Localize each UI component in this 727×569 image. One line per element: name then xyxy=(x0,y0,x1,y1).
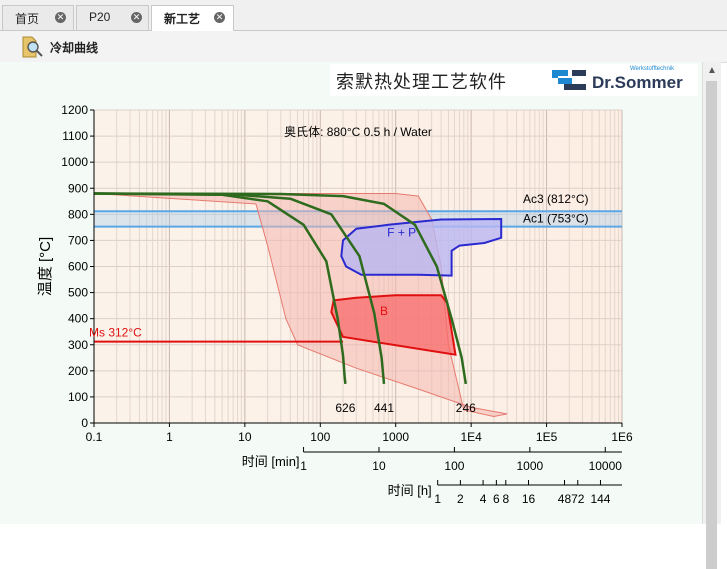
min-tick-label: 100 xyxy=(444,459,464,473)
y-tick-label: 1000 xyxy=(61,155,88,169)
x-tick-label: 100 xyxy=(310,430,330,444)
brand-subtitle: Werkstofftechnik xyxy=(630,66,675,72)
curve-label: 246 xyxy=(456,401,476,415)
y-tick-label: 100 xyxy=(68,390,88,404)
tab-new-process-label: 新工艺 xyxy=(164,12,201,26)
hour-tick-label: 2 xyxy=(457,492,464,506)
austenite-annotation: 奥氏体: 880°C 0.5 h / Water xyxy=(284,125,432,139)
scroll-up-icon[interactable]: ▲ xyxy=(707,66,717,76)
y-tick-label: 0 xyxy=(81,416,88,430)
brand-company: Dr.Sommer xyxy=(592,73,683,92)
brand-banner: 索默热处理工艺软件 Dr.Sommer Werkstofftechnik xyxy=(330,64,698,96)
y-tick-label: 1100 xyxy=(62,129,88,143)
x-tick-label: 0.1 xyxy=(86,430,103,444)
hour-tick-label: 144 xyxy=(590,492,610,506)
y-tick-label: 800 xyxy=(68,207,88,221)
scroll-thumb[interactable] xyxy=(706,81,717,569)
toolbar: 冷却曲线 xyxy=(0,31,727,63)
hour-tick-label: 6 xyxy=(493,492,500,506)
close-icon[interactable]: ✕ xyxy=(55,12,66,23)
tab-bar: 首页 ✕ P20 ✕ 新工艺 ✕ xyxy=(0,0,727,31)
hour-tick-label: 4 xyxy=(480,492,487,506)
ac3-label: Ac3 (812°C) xyxy=(523,192,589,206)
toolbar-title: 冷却曲线 xyxy=(50,41,99,55)
hour-tick-label: 16 xyxy=(522,492,536,506)
y-tick-label: 200 xyxy=(68,364,88,378)
y-tick-label: 400 xyxy=(68,312,88,326)
y-tick-label: 700 xyxy=(68,233,88,247)
tab-new-process[interactable]: 新工艺 ✕ xyxy=(151,5,234,31)
hour-tick-label: 48 xyxy=(558,492,572,506)
x-tick-label: 1000 xyxy=(382,430,409,444)
curve-label: 626 xyxy=(335,401,355,415)
tab-home[interactable]: 首页 ✕ xyxy=(2,5,74,30)
cct-chart: 0100200300400500600700800900100011001200… xyxy=(37,103,633,506)
b-region-label: B xyxy=(380,304,388,318)
ms-label: Ms 312°C xyxy=(89,326,142,340)
y-tick-label: 300 xyxy=(68,338,88,352)
hour-tick-label: 8 xyxy=(502,492,509,506)
brand-title: 索默热处理工艺软件 xyxy=(336,72,507,93)
close-icon[interactable]: ✕ xyxy=(214,12,225,23)
y-axis-label: 温度 [°C] xyxy=(37,237,54,296)
tab-home-label: 首页 xyxy=(15,12,40,26)
hour-axis-label: 时间 [h] xyxy=(388,483,432,498)
x-tick-label: 1E5 xyxy=(536,430,558,444)
x-tick-label: 1E4 xyxy=(460,430,482,444)
y-tick-label: 900 xyxy=(68,181,88,195)
chart-panel: 0 100 200 300 400 500 600 700 800 900 1000 1100 1200… xyxy=(0,62,702,524)
curve-label: 441 xyxy=(374,401,394,415)
fp-region-label: F + P xyxy=(387,226,416,240)
min-tick-label: 10000 xyxy=(589,459,623,473)
tab-p20[interactable]: P20 ✕ xyxy=(76,5,149,30)
x-tick-label: 1E6 xyxy=(611,430,633,444)
min-tick-label: 10 xyxy=(372,459,386,473)
vertical-scrollbar[interactable]: ▲ xyxy=(702,62,721,569)
min-tick-label: 1 xyxy=(300,459,307,473)
hour-tick-label: 1 xyxy=(434,492,441,506)
cooling-curve-icon[interactable] xyxy=(20,35,46,59)
x-tick-label: 10 xyxy=(238,430,252,444)
min-axis-label: 时间 [min] xyxy=(242,454,300,469)
dr-sommer-logo xyxy=(552,70,586,90)
ac1-label: Ac1 (753°C) xyxy=(523,212,589,226)
min-tick-label: 1000 xyxy=(516,459,543,473)
x-tick-label: 1 xyxy=(166,430,173,444)
close-icon[interactable]: ✕ xyxy=(131,12,142,23)
hour-tick-label: 72 xyxy=(571,492,585,506)
y-tick-label: 1200 xyxy=(61,103,88,117)
tab-p20-label: P20 xyxy=(89,10,111,24)
y-tick-label: 600 xyxy=(68,260,88,274)
y-tick-label: 500 xyxy=(68,286,88,300)
